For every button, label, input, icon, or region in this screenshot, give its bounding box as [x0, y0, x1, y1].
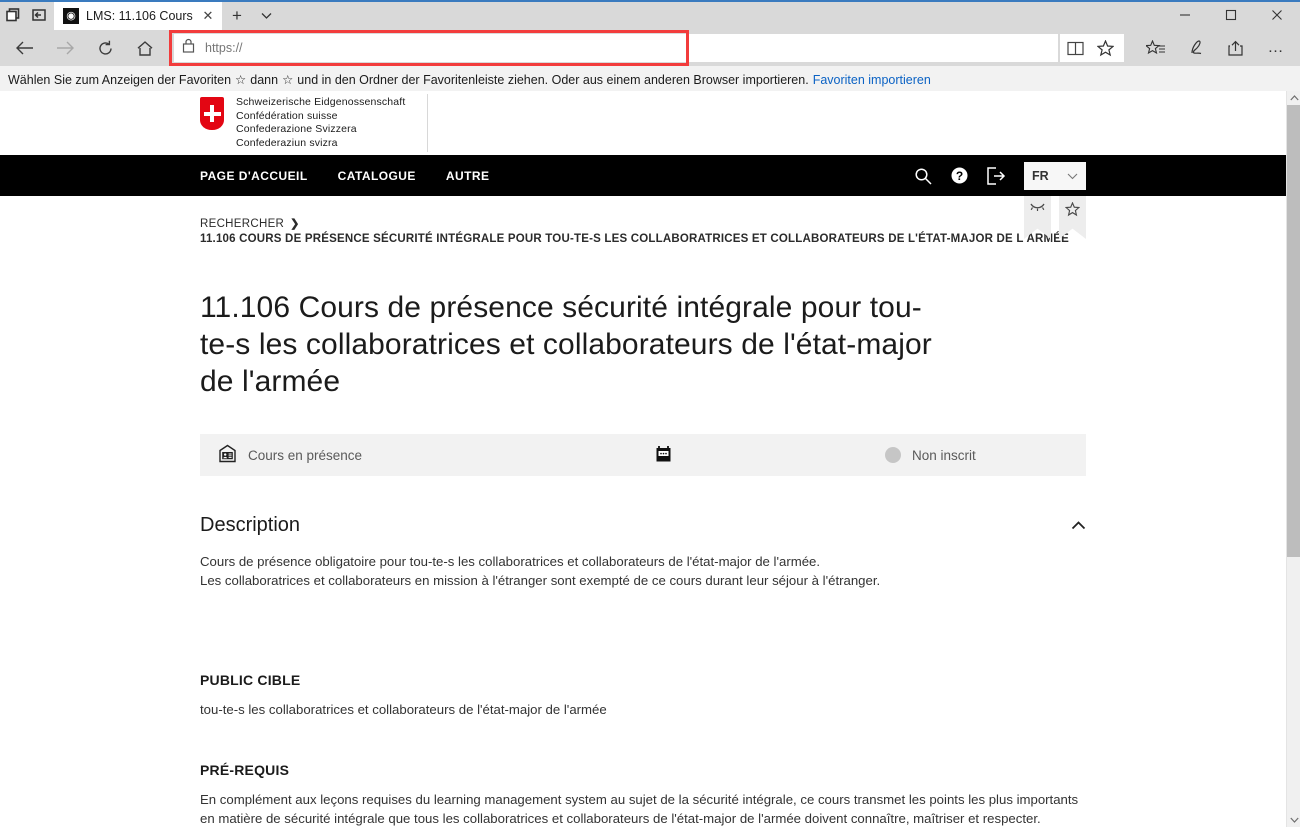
course-type-cell: Cours en présence	[200, 444, 655, 466]
nav-links: PAGE D'ACCUEIL CATALOGUE AUTRE	[200, 169, 489, 183]
course-type-label: Cours en présence	[248, 447, 363, 463]
pre-requis-section: PRÉ-REQUIS En complément aux leçons requ…	[200, 762, 1086, 827]
pre-requis-body: En complément aux leçons requises du lea…	[200, 790, 1086, 827]
svg-text:?: ?	[956, 169, 963, 183]
star-icon-hint-2: ☆	[282, 73, 294, 87]
favorites-hint-before: Wählen Sie zum Anzeigen der Favoriten	[8, 72, 232, 87]
close-icon[interactable]: ✕	[200, 8, 216, 24]
breadcrumb-root[interactable]: RECHERCHER	[200, 218, 284, 230]
description-line-1: Cours de présence obligatoire pour tou-t…	[200, 554, 821, 569]
minimize-button[interactable]	[1162, 0, 1208, 30]
page-viewport: Schweizerische Eidgenossenschaft Confédé…	[0, 91, 1286, 827]
favorites-hint-mid-1: dann	[250, 72, 279, 87]
scroll-up-arrow[interactable]	[1287, 91, 1300, 105]
site-navigation: PAGE D'ACCUEIL CATALOGUE AUTRE ? FR	[0, 155, 1286, 196]
set-tabs-aside-icon[interactable]	[0, 0, 26, 30]
star-list-icon[interactable]	[1138, 33, 1174, 63]
scroll-down-arrow[interactable]	[1287, 813, 1300, 827]
swiss-flag-icon	[200, 97, 224, 130]
logo-line-de: Schweizerische Eidgenossenschaft	[236, 96, 406, 108]
lms-favicon: ◉	[63, 8, 79, 24]
pen-icon[interactable]	[1178, 33, 1214, 63]
tabs-you-set-aside-icon[interactable]	[26, 0, 52, 30]
page-title: 11.106 Cours de présence sécurité intégr…	[200, 291, 932, 398]
address-bar-actions	[1060, 34, 1124, 62]
page-scrollbar[interactable]	[1286, 91, 1300, 827]
enrollment-status-cell: Non inscrit	[885, 447, 1086, 463]
chevron-right-icon: ❯	[290, 218, 300, 230]
public-cible-section: PUBLIC CIBLE tou-te-s les collaboratrice…	[200, 672, 1086, 719]
page-content: RECHERCHER ❯ 11.106 COURS DE PRÉSENCE SÉ…	[0, 196, 1286, 827]
language-select[interactable]: FR	[1024, 161, 1086, 190]
close-window-button[interactable]	[1254, 0, 1300, 30]
course-info-bar: Cours en présence Non inscrit	[200, 434, 1086, 476]
classroom-icon	[218, 444, 237, 466]
enrollment-status-label: Non inscrit	[912, 447, 976, 463]
lock-icon	[182, 38, 195, 58]
status-dot-icon	[885, 447, 901, 463]
maximize-button[interactable]	[1208, 0, 1254, 30]
favorites-hint-mid-2: und in den Ordner der Favoritenleiste zi…	[297, 72, 809, 87]
star-icon-hint-1: ☆	[235, 73, 247, 87]
description-header[interactable]: Description	[200, 514, 1086, 537]
description-line-2: Les collaboratrices et collaborateurs en…	[200, 573, 881, 588]
address-bar-wrapper: https://	[169, 30, 1058, 66]
tab-title: LMS: 11.106 Cours de p	[86, 9, 193, 23]
new-tab-button[interactable]: +	[222, 2, 252, 30]
chevron-down-icon[interactable]	[252, 2, 280, 30]
address-bar[interactable]: https://	[174, 34, 1058, 62]
address-text: https://	[205, 41, 243, 55]
window-controls	[1162, 0, 1300, 30]
chevron-down-icon	[1067, 169, 1078, 183]
share-icon[interactable]	[1218, 33, 1254, 63]
language-value: FR	[1032, 168, 1049, 183]
browser-window: ◉ LMS: 11.106 Cours de p ✕ +	[0, 0, 1300, 827]
scrollbar-thumb[interactable]	[1287, 105, 1300, 557]
logo-line-fr: Confédération suisse	[236, 109, 338, 122]
pre-requis-line-1: En complément aux leçons requises du lea…	[200, 792, 1079, 826]
back-arrow-icon[interactable]	[6, 33, 44, 63]
description-body: Cours de présence obligatoire pour tou-t…	[200, 552, 1086, 590]
browser-toolbar-right: …	[1126, 33, 1294, 63]
favorites-bar: Wählen Sie zum Anzeigen der Favoriten ☆ …	[0, 66, 1300, 94]
home-icon[interactable]	[126, 33, 164, 63]
nav-item-autre[interactable]: AUTRE	[446, 169, 490, 183]
public-cible-body: tou-te-s les collaboratrices et collabor…	[200, 702, 607, 717]
breadcrumb: RECHERCHER ❯ 11.106 COURS DE PRÉSENCE SÉ…	[200, 196, 1086, 246]
more-button[interactable]: …	[1258, 33, 1294, 63]
import-favorites-link[interactable]: Favoriten importieren	[813, 73, 931, 87]
hide-ribbon[interactable]	[1024, 196, 1051, 239]
pre-requis-heading: PRÉ-REQUIS	[200, 762, 290, 778]
browser-titlebar: ◉ LMS: 11.106 Cours de p ✕ +	[0, 0, 1300, 30]
help-icon[interactable]: ?	[950, 166, 969, 185]
logo-line-it: Confederazione Svizzera	[236, 123, 357, 135]
forward-arrow-icon[interactable]	[46, 33, 84, 63]
logo-text: Schweizerische Eidgenossenschaft Confédé…	[236, 94, 405, 150]
logo-line-rm: Confederaziun svizra	[236, 136, 338, 149]
logout-icon[interactable]	[987, 166, 1006, 185]
chevron-up-icon[interactable]	[1071, 518, 1086, 533]
book-icon[interactable]	[1060, 34, 1090, 62]
site-header: Schweizerische Eidgenossenschaft Confédé…	[0, 91, 1286, 155]
refresh-icon[interactable]	[86, 33, 124, 63]
swiss-confederation-logo[interactable]: Schweizerische Eidgenossenschaft Confédé…	[200, 94, 429, 152]
browser-tab[interactable]: ◉ LMS: 11.106 Cours de p ✕	[54, 2, 222, 30]
nav-item-catalogue[interactable]: CATALOGUE	[338, 169, 416, 183]
breadcrumb-current: 11.106 COURS DE PRÉSENCE SÉCURITÉ INTÉGR…	[200, 233, 1070, 245]
star-icon[interactable]	[1090, 34, 1120, 62]
description-section: Description Cours de présence obligatoir…	[200, 514, 1086, 590]
browser-navbar: https:// …	[0, 30, 1300, 66]
search-icon[interactable]	[914, 167, 932, 185]
course-date-cell	[655, 445, 885, 466]
public-cible-heading: PUBLIC CIBLE	[200, 672, 301, 688]
nav-item-home[interactable]: PAGE D'ACCUEIL	[200, 169, 308, 183]
page-ribbons	[1024, 196, 1086, 239]
description-heading: Description	[200, 514, 301, 536]
favorite-ribbon[interactable]	[1059, 196, 1086, 239]
calendar-icon	[655, 445, 672, 466]
nav-right-actions: ? FR	[914, 161, 1286, 190]
